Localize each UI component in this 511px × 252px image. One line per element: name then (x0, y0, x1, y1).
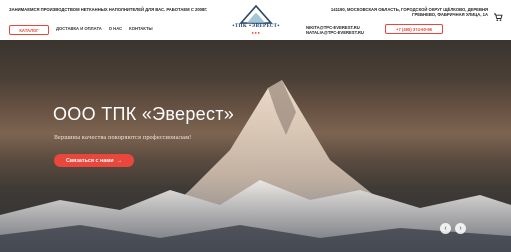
logo-text: •ТПК •ЭВЕРЕСТ• (231, 24, 281, 29)
site-logo[interactable]: •ТПК •ЭВЕРЕСТ• ●●● (227, 4, 285, 38)
mountain-background-image (0, 80, 511, 252)
mountain-logo-icon (239, 4, 273, 24)
logo-dots: ●●● (251, 30, 261, 35)
header-emails: NIKITA@TPC-EVEREST.RU NATALIA@TPC-EVERES… (306, 25, 364, 35)
phone-button[interactable]: +7 (495) 374-60-96 (385, 24, 443, 34)
hero-banner: ООО ТПК «Эверест» Вершины качества покор… (0, 40, 511, 252)
site-header: ЗАНИМАЕМСЯ ПРОИЗВОДСТВОМ НЕТКАННЫХ НАПОЛ… (0, 0, 511, 40)
hero-title: ООО ТПК «Эверест» (53, 104, 235, 124)
main-nav: ДОСТАВКА И ОПЛАТА О НАС КОНТАКТЫ (56, 26, 153, 31)
contact-us-label: Связаться с нами (66, 157, 114, 164)
arrow-right-icon: → (116, 157, 122, 164)
cart-icon[interactable] (493, 12, 503, 22)
nav-item-contacts[interactable]: КОНТАКТЫ (129, 26, 152, 31)
email-link-natalia[interactable]: NATALIA@TPC-EVEREST.RU (306, 30, 364, 35)
nav-item-delivery[interactable]: ДОСТАВКА И ОПЛАТА (56, 26, 102, 31)
slider-prev-button[interactable]: ‹ (440, 223, 451, 234)
header-tagline: ЗАНИМАЕМСЯ ПРОИЗВОДСТВОМ НЕТКАННЫХ НАПОЛ… (9, 7, 208, 12)
slider-next-button[interactable]: › (455, 223, 466, 234)
hero-subtitle: Вершины качества покоряются профессионал… (54, 135, 192, 141)
header-address: 141190, МОСКОВСКАЯ ОБЛАСТЬ, ГОРОДСКОЙ ОК… (330, 7, 488, 18)
catalog-button[interactable]: КАТАЛОГ (9, 25, 49, 35)
contact-us-button[interactable]: Связаться с нами → (54, 154, 134, 167)
nav-item-about[interactable]: О НАС (109, 26, 122, 31)
